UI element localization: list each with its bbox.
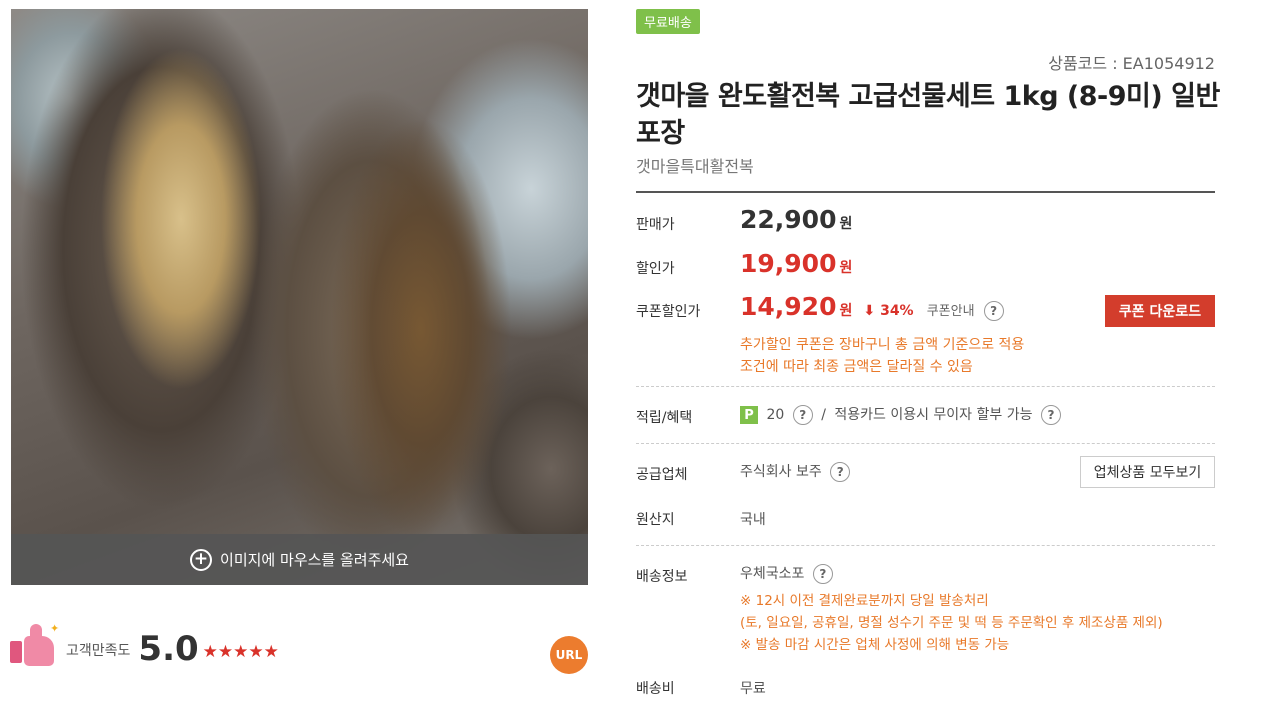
- supplier-row: 공급업체 주식회사 보주 ? 업체상품 모두보기: [636, 456, 1215, 490]
- benefits-row: 적립/혜택 P 20 ? / 적용카드 이용시 무이자 할부 가능 ?: [636, 404, 1215, 432]
- coupon-price: 14,920: [740, 292, 837, 321]
- discount-price: 19,900: [740, 249, 837, 278]
- coupon-download-button[interactable]: 쿠폰 다운로드: [1105, 295, 1215, 327]
- sale-price: 22,900: [740, 205, 837, 234]
- shipping-value: 우체국소포: [740, 566, 805, 582]
- shipping-row: 배송정보 우체국소포 ?: [636, 563, 1215, 591]
- benefits-label: 적립/혜택: [636, 410, 693, 426]
- url-button[interactable]: URL: [550, 636, 588, 674]
- discount-price-value: 19,900 원: [740, 249, 852, 278]
- section-divider: [636, 443, 1215, 444]
- shipping-help-icon[interactable]: ?: [812, 564, 833, 584]
- points-value: 20: [766, 407, 785, 423]
- origin-value: 국내: [740, 512, 766, 528]
- discount-price-row: 할인가 19,900 원: [636, 249, 1215, 283]
- discount-rate: ⬇ 34%: [863, 303, 914, 319]
- card-installment-text: 적용카드 이용시 무이자 할부 가능: [834, 407, 1033, 423]
- origin-row: 원산지 국내: [636, 508, 1215, 532]
- title-divider: [636, 191, 1215, 193]
- shipping-label: 배송정보: [636, 569, 688, 585]
- shipping-note: ※ 12시 이전 결제완료분까지 당일 발송처리: [740, 593, 989, 609]
- coupon-note: 조건에 따라 최종 금액은 달라질 수 있음: [740, 359, 973, 375]
- benefits-value: P 20 ? / 적용카드 이용시 무이자 할부 가능 ?: [740, 404, 1061, 425]
- origin-label: 원산지: [636, 512, 675, 528]
- zoom-plus-icon: +: [190, 548, 213, 571]
- card-help-icon[interactable]: ?: [1040, 405, 1061, 425]
- sale-price-label: 판매가: [636, 217, 675, 233]
- coupon-help-icon[interactable]: ?: [983, 300, 1004, 321]
- shipping-fee-label: 배송비: [636, 681, 675, 697]
- discount-price-label: 할인가: [636, 261, 675, 277]
- seller-name[interactable]: 갯마을특대활전복: [636, 153, 754, 177]
- benefits-separator: /: [821, 407, 826, 423]
- product-title: 갯마을 완도활전복 고급선물세트 1kg (8-9미) 일반 포장: [636, 81, 1220, 149]
- satisfaction-score: 5.0: [138, 629, 199, 669]
- shipping-note: (토, 일요일, 공휴일, 명절 성수기 주문 및 떡 등 주문확인 후 제조상…: [740, 615, 1163, 631]
- section-divider: [636, 545, 1215, 546]
- hover-hint-text: 이미지에 마우스를 올려주세요: [220, 551, 409, 569]
- image-hover-hint[interactable]: + 이미지에 마우스를 올려주세요: [11, 534, 588, 585]
- rating-stars: ★★★★★: [202, 642, 279, 662]
- discount-price-unit: 원: [839, 260, 853, 276]
- shipping-notes: ※ 12시 이전 결제완료분까지 당일 발송처리 (토, 일요일, 공휴일, 명…: [740, 590, 1163, 656]
- supplier-value-wrap: 주식회사 보주 ?: [740, 461, 851, 482]
- sale-price-row: 판매가 22,900 원: [636, 205, 1215, 239]
- shipping-fee-value: 무료: [740, 681, 766, 697]
- vendor-products-button[interactable]: 업체상품 모두보기: [1080, 456, 1215, 488]
- supplier-help-icon[interactable]: ?: [830, 462, 851, 482]
- thumbs-up-icon: ✦: [10, 622, 59, 666]
- coupon-price-unit: 원: [839, 303, 853, 319]
- coupon-price-label: 쿠폰할인가: [636, 304, 701, 320]
- coupon-note: 추가할인 쿠폰은 장바구니 총 금액 기준으로 적용: [740, 337, 1025, 353]
- section-divider: [636, 386, 1215, 387]
- product-image[interactable]: + 이미지에 마우스를 올려주세요: [11, 9, 588, 585]
- coupon-notes: 추가할인 쿠폰은 장바구니 총 금액 기준으로 적용 조건에 따라 최종 금액은…: [740, 334, 1024, 378]
- supplier-label: 공급업체: [636, 467, 688, 483]
- shipping-fee-row: 배송비 무료: [636, 678, 1215, 702]
- shipping-value-wrap: 우체국소포 ?: [740, 563, 833, 584]
- sale-price-value: 22,900 원: [740, 205, 852, 234]
- satisfaction-label: 고객만족도: [66, 643, 131, 659]
- supplier-value: 주식회사 보주: [740, 464, 822, 480]
- coupon-price-value: 14,920 원 ⬇ 34% 쿠폰안내 ?: [740, 292, 1004, 321]
- shipping-note: ※ 발송 마감 시간은 업체 사정에 의해 변동 가능: [740, 637, 1010, 653]
- points-help-icon[interactable]: ?: [792, 405, 813, 425]
- satisfaction-row: ✦ 고객만족도 5.0 ★★★★★: [10, 616, 279, 666]
- product-code: 상품코드 : EA1054912: [1048, 54, 1215, 73]
- free-shipping-badge: 무료배송: [636, 9, 700, 34]
- points-icon: P: [740, 406, 758, 424]
- sale-price-unit: 원: [839, 216, 853, 232]
- coupon-info-label[interactable]: 쿠폰안내: [927, 304, 975, 319]
